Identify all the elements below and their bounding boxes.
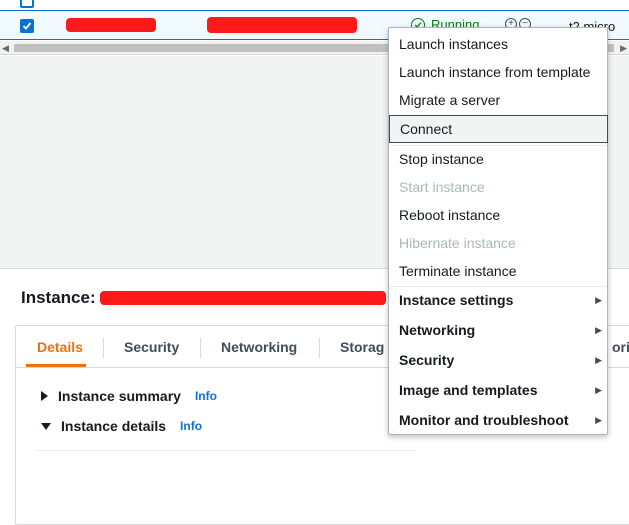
menu-item-stop-instance[interactable]: Stop instance [389, 145, 607, 173]
tab-details[interactable]: Details [37, 339, 83, 355]
submenu-arrow-icon: ▶ [595, 385, 602, 395]
menu-item-hibernate-instance: Hibernate instance [399, 235, 516, 251]
active-tab-indicator [26, 364, 86, 367]
instance-actions-menu: Launch instances Launch instance from te… [388, 27, 608, 435]
row-checkbox[interactable] [20, 0, 34, 8]
tab-divider [200, 338, 201, 358]
menu-item-launch-from-template[interactable]: Launch instance from template [389, 58, 607, 86]
redacted-instance-id [207, 17, 357, 33]
section-label: Instance summary [58, 388, 181, 404]
menu-item-label: Image and templates [399, 382, 538, 398]
submenu-arrow-icon: ▶ [595, 295, 602, 305]
tab-storage[interactable]: Storag [340, 339, 384, 355]
row-checkbox-checked[interactable] [20, 19, 34, 33]
menu-item-monitor-and-troubleshoot[interactable]: Monitor and troubleshoot ▶ [389, 406, 607, 434]
menu-item-image-and-templates[interactable]: Image and templates ▶ [389, 376, 607, 404]
checkmark-icon [22, 22, 32, 30]
info-link[interactable]: Info [180, 419, 202, 433]
menu-item-terminate-instance[interactable]: Terminate instance [389, 257, 607, 285]
menu-item-label: Instance settings [399, 292, 514, 308]
menu-item-security[interactable]: Security ▶ [389, 346, 607, 374]
scroll-left-icon[interactable]: ◀ [2, 43, 9, 54]
menu-item-networking[interactable]: Networking ▶ [389, 316, 607, 344]
tab-divider [319, 338, 320, 358]
instance-detail-title: Instance: [21, 288, 96, 308]
caret-right-icon [41, 391, 48, 401]
info-link[interactable]: Info [195, 389, 217, 403]
menu-item-start-instance: Start instance [399, 179, 485, 195]
section-divider [36, 450, 416, 451]
redacted-instance-name [66, 18, 156, 32]
submenu-arrow-icon: ▶ [595, 415, 602, 425]
tab-networking[interactable]: Networking [221, 339, 297, 355]
section-label: Instance details [61, 418, 167, 434]
caret-down-icon [41, 422, 51, 430]
scroll-right-icon[interactable]: ▶ [620, 43, 627, 54]
menu-item-label: Monitor and troubleshoot [399, 412, 569, 428]
menu-item-label: Security [399, 352, 455, 368]
menu-item-reboot-instance[interactable]: Reboot instance [389, 201, 607, 229]
menu-item-launch-instances[interactable]: Launch instances [389, 30, 607, 58]
previous-row [0, 0, 629, 10]
submenu-arrow-icon: ▶ [595, 355, 602, 365]
section-instance-details[interactable]: Instance details Info [41, 418, 202, 434]
submenu-arrow-icon: ▶ [595, 325, 602, 335]
menu-item-instance-settings[interactable]: Instance settings ▶ [389, 286, 607, 314]
tab-divider [103, 338, 104, 358]
menu-item-label: Networking [399, 322, 476, 338]
instance-title-prefix: Instance: [21, 288, 96, 307]
section-instance-summary[interactable]: Instance summary Info [41, 388, 217, 404]
menu-item-migrate-server[interactable]: Migrate a server [389, 86, 607, 114]
redacted-instance-title [100, 291, 386, 305]
tab-monitoring[interactable]: orin [612, 339, 629, 355]
menu-item-connect[interactable]: Connect [389, 115, 608, 143]
tab-security[interactable]: Security [124, 339, 179, 355]
